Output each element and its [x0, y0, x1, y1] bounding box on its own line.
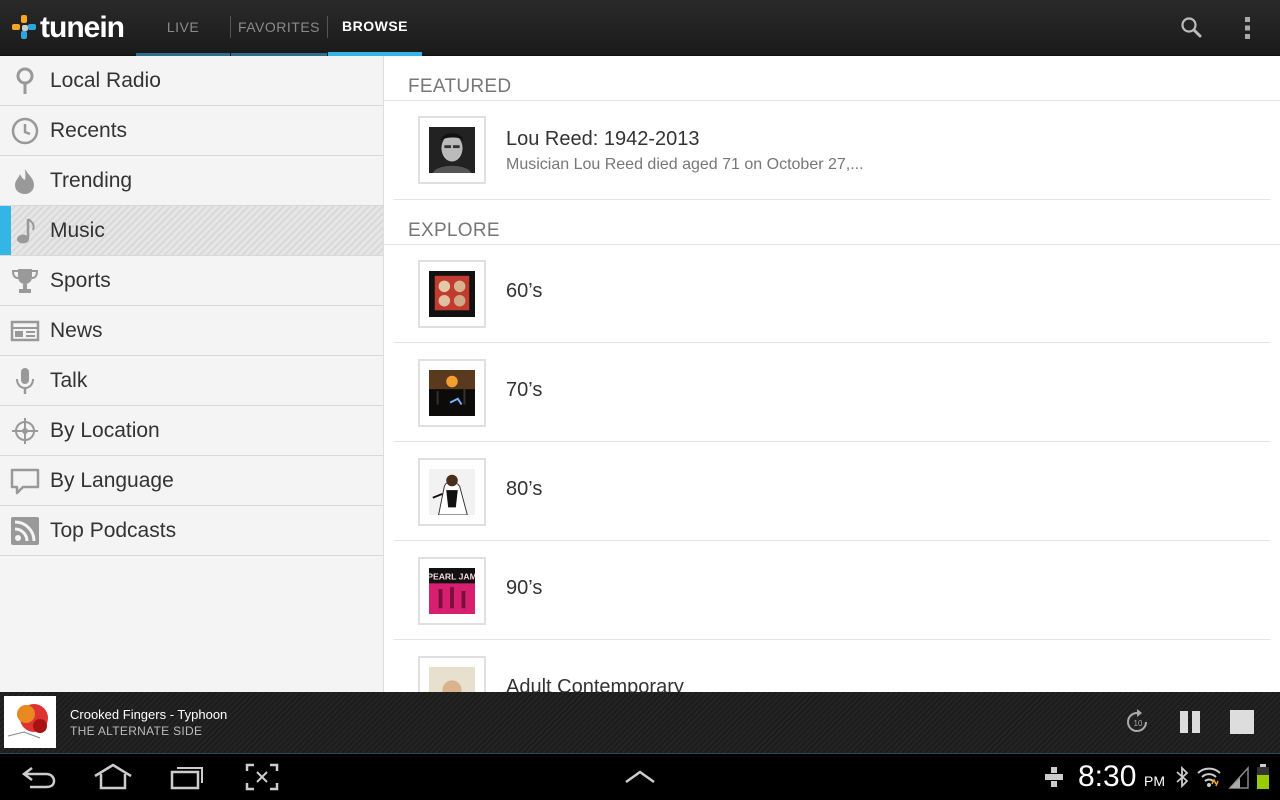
- sidebar-item-top-podcasts[interactable]: Top Podcasts: [0, 506, 383, 556]
- logo-text: tunein: [40, 11, 125, 44]
- status-ampm: PM: [1144, 773, 1165, 789]
- sidebar-item-news[interactable]: News: [0, 306, 383, 356]
- trophy-icon: [11, 269, 39, 293]
- lou-reed-photo: [429, 127, 475, 173]
- back-icon[interactable]: [20, 762, 58, 792]
- overflow-menu-icon[interactable]: [1234, 14, 1262, 42]
- explore-item-80s[interactable]: 80’s: [394, 442, 1270, 541]
- microphone-icon: [16, 368, 34, 394]
- album-art-90s: PEARL JAM: [427, 568, 477, 614]
- featured-title: Lou Reed: 1942-2013: [506, 128, 700, 150]
- featured-header: FEATURED: [408, 76, 512, 97]
- tunein-logo-mark: [12, 15, 38, 41]
- explore-thumbnail: [418, 359, 486, 427]
- pause-icon[interactable]: [1176, 708, 1204, 736]
- explore-thumbnail: [418, 260, 486, 328]
- clock-icon: [11, 117, 39, 145]
- explore-item-70s[interactable]: 70’s: [394, 343, 1270, 442]
- album-art-60s: [429, 271, 475, 317]
- explore-thumbnail: [418, 458, 486, 526]
- sidebar-item-by-location[interactable]: By Location: [0, 406, 383, 456]
- tab-live[interactable]: LIVE: [136, 0, 230, 56]
- explore-header: EXPLORE: [408, 220, 500, 241]
- system-navigation-bar: 8:30 PM: [0, 754, 1280, 800]
- explore-item-label: 60’s: [506, 280, 543, 302]
- svg-text:10: 10: [1134, 719, 1143, 728]
- location-pin-icon: [16, 67, 34, 94]
- sidebar-item-label: Music: [50, 218, 105, 242]
- newspaper-icon: [10, 320, 40, 342]
- featured-thumbnail: [418, 116, 486, 184]
- explore-item-adult-contemporary[interactable]: Adult Contemporary: [394, 640, 1270, 692]
- rss-icon: [11, 517, 39, 545]
- sidebar-item-by-language[interactable]: By Language: [0, 456, 383, 506]
- album-art-adult-contemporary: [429, 667, 475, 692]
- explore-item-60s[interactable]: 60’s: [394, 244, 1270, 343]
- sidebar-item-sports[interactable]: Sports: [0, 256, 383, 306]
- browse-content: FEATURED Lou Reed: 1942-2013 Musician Lo…: [384, 56, 1280, 692]
- sidebar-item-label: Top Podcasts: [50, 518, 177, 542]
- flame-icon: [15, 169, 34, 194]
- crosshair-icon: [12, 418, 38, 444]
- browse-sidebar: Local Radio Recents Trending Music Sport…: [0, 56, 384, 692]
- album-art-80s: [429, 469, 475, 516]
- explore-thumbnail: [418, 656, 486, 692]
- featured-row[interactable]: Lou Reed: 1942-2013 Musician Lou Reed di…: [394, 100, 1270, 200]
- tab-favorites[interactable]: FAVORITES: [231, 0, 327, 56]
- sidebar-item-label: Talk: [50, 368, 88, 392]
- sidebar-item-label: By Language: [50, 468, 174, 492]
- stop-icon[interactable]: [1228, 708, 1256, 736]
- search-icon[interactable]: [1178, 14, 1206, 42]
- screenshot-icon[interactable]: [244, 762, 280, 792]
- sidebar-item-label: Local Radio: [50, 68, 161, 92]
- bluetooth-icon: [1176, 765, 1189, 789]
- music-note-icon: [17, 218, 35, 244]
- sidebar-item-label: By Location: [50, 418, 160, 442]
- tunein-logo[interactable]: tunein: [12, 11, 125, 44]
- tab-bar: LIVE FAVORITES BROWSE: [136, 0, 422, 56]
- now-playing-station: THE ALTERNATE SIDE: [70, 724, 203, 738]
- sidebar-item-label: Recents: [50, 118, 128, 142]
- sidebar-item-local-radio[interactable]: Local Radio: [0, 56, 383, 106]
- explore-item-label: Adult Contemporary: [506, 676, 684, 692]
- sidebar-item-music[interactable]: Music: [0, 206, 383, 256]
- album-art-lettering: PEARL JAM: [429, 572, 475, 582]
- recent-apps-icon[interactable]: [168, 762, 206, 792]
- now-playing-album-art: [4, 696, 56, 748]
- chevron-up-icon[interactable]: [622, 762, 658, 792]
- sidebar-item-trending[interactable]: Trending: [0, 156, 383, 206]
- tunein-status-icon: [1045, 767, 1063, 787]
- explore-item-label: 80’s: [506, 478, 543, 500]
- now-playing-bar[interactable]: Crooked Fingers - Typhoon THE ALTERNATE …: [0, 692, 1280, 754]
- sidebar-item-label: Trending: [50, 168, 133, 192]
- sidebar-item-recents[interactable]: Recents: [0, 106, 383, 156]
- explore-item-90s[interactable]: PEARL JAM 90’s: [394, 541, 1270, 640]
- battery-icon: [1257, 764, 1269, 789]
- explore-item-label: 90’s: [506, 577, 543, 599]
- status-clock: 8:30: [1078, 760, 1137, 793]
- featured-subtitle: Musician Lou Reed died aged 71 on Octobe…: [506, 156, 864, 173]
- explore-item-label: 70’s: [506, 379, 543, 401]
- tab-browse[interactable]: BROWSE: [328, 0, 422, 56]
- sidebar-item-label: Sports: [50, 268, 111, 292]
- now-playing-title: Crooked Fingers - Typhoon: [70, 707, 228, 722]
- rewind-10-icon[interactable]: 10: [1124, 708, 1152, 736]
- sidebar-item-label: News: [50, 318, 103, 342]
- home-icon[interactable]: [92, 762, 134, 792]
- wifi-icon: [1197, 767, 1221, 787]
- explore-thumbnail: PEARL JAM: [418, 557, 486, 625]
- action-bar: tunein LIVE FAVORITES BROWSE: [0, 0, 1280, 56]
- signal-strength-icon: [1228, 766, 1249, 789]
- sidebar-item-talk[interactable]: Talk: [0, 356, 383, 406]
- album-art-70s: [429, 370, 475, 416]
- speech-bubble-icon: [10, 468, 40, 495]
